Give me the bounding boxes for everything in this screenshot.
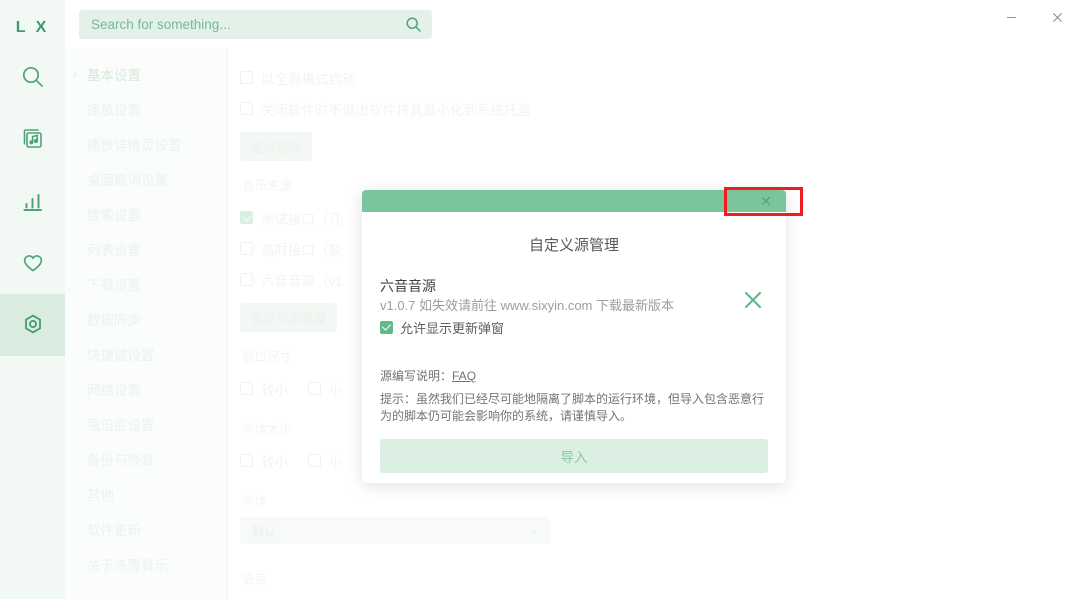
faq-prefix: 源编写说明：: [380, 369, 453, 383]
checkbox-box[interactable]: [380, 321, 393, 334]
dialog-title: 自定义源管理: [528, 237, 619, 254]
checkbox-allow-update-popup[interactable]: 允许显示更新弹窗: [380, 318, 738, 337]
dialog-close-button[interactable]: ✕: [746, 190, 786, 212]
dialog-header: ✕: [362, 190, 786, 212]
source-description: v1.0.7 如失效请前往 www.sixyin.com 下载最新版本: [380, 298, 674, 313]
source-info: 六音音源 v1.0.7 如失效请前往 www.sixyin.com 下载最新版本…: [380, 277, 738, 337]
app-window: L X Search for something... › 基本设置 播放设置 …: [0, 0, 1080, 599]
import-button[interactable]: 导入: [380, 439, 768, 473]
checkbox-label: 允许显示更新弹窗: [400, 321, 505, 336]
close-x-icon: [742, 289, 764, 316]
warning-text: 提示：虽然我们已经尽可能地隔离了脚本的运行环境，但导入包含恶意行为的脚本仍可能会…: [380, 392, 765, 423]
custom-source-dialog: ✕ 自定义源管理 六音音源 v1.0.7 如失效请前往 www.sixyin.c…: [362, 190, 786, 483]
source-entry-row: 六音音源 v1.0.7 如失效请前往 www.sixyin.com 下载最新版本…: [380, 277, 768, 337]
source-remove-button[interactable]: [738, 287, 768, 317]
source-name: 六音音源: [380, 278, 436, 294]
faq-link[interactable]: FAQ: [452, 369, 476, 383]
faq-line: 源编写说明：FAQ: [380, 367, 768, 384]
modal-overlay: ✕ 自定义源管理 六音音源 v1.0.7 如失效请前往 www.sixyin.c…: [0, 0, 1080, 599]
